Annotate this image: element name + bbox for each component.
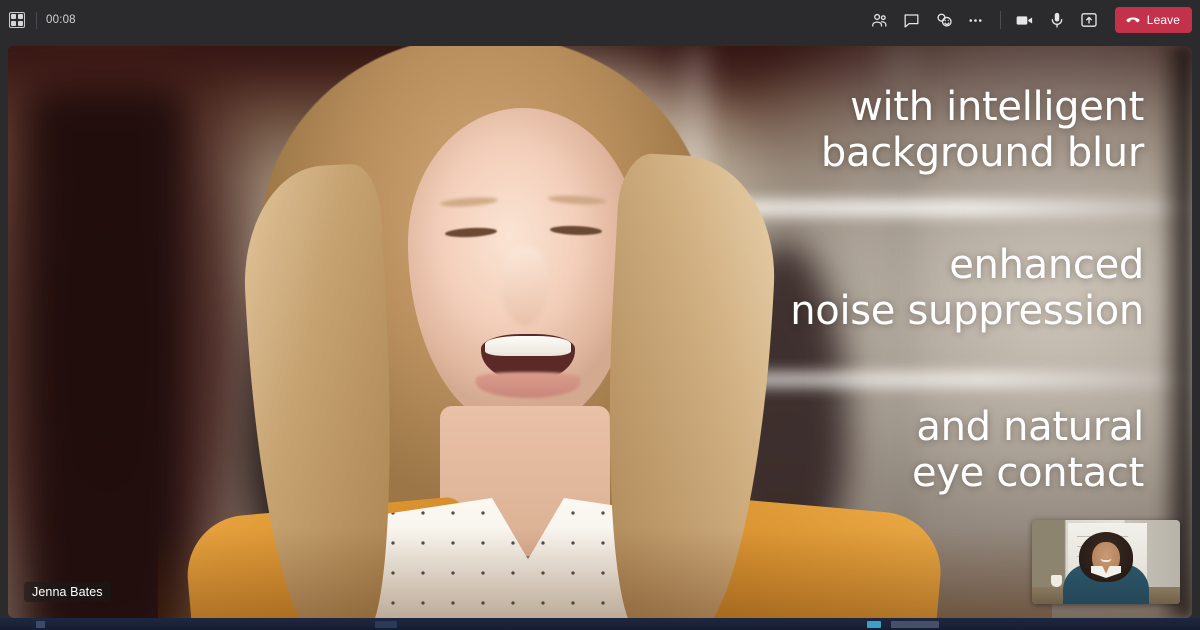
self-view-cup: [1051, 575, 1063, 588]
active-speaker-video: with intelligent background blur enhance…: [8, 46, 1192, 618]
meeting-toolbar: 00:08 Leave: [0, 0, 1200, 40]
meeting-stage[interactable]: with intelligent background blur enhance…: [8, 46, 1192, 618]
teams-meeting-window: 00:08 Leave with intelligent background …: [0, 0, 1200, 630]
ellipsis-icon: [969, 18, 982, 22]
taskbar-item: [891, 620, 939, 628]
grid-2x2-icon: [9, 12, 25, 28]
desktop-taskbar-edge: [0, 618, 1200, 630]
leave-button-label: Leave: [1146, 13, 1180, 27]
hang-up-icon: [1126, 17, 1140, 23]
gallery-view-button[interactable]: [0, 0, 34, 40]
chat-bubble-icon: [904, 13, 919, 27]
leave-button[interactable]: Leave: [1114, 7, 1192, 33]
meeting-timer: 00:08: [46, 14, 76, 26]
participant-name-badge: Jenna Bates: [24, 582, 111, 602]
taskbar-item: [867, 620, 881, 628]
taskbar-item: [375, 620, 397, 628]
speaker-shadow: [158, 528, 1052, 618]
taskbar-item: [36, 620, 45, 628]
toolbar-divider-left: [36, 11, 37, 29]
camera-button[interactable]: [1010, 6, 1040, 34]
microphone-icon: [1051, 12, 1063, 28]
self-view-thumbnail[interactable]: [1032, 520, 1180, 604]
camera-icon: [1016, 15, 1033, 25]
speaker-nose: [502, 246, 548, 326]
speaker-portrait: [8, 46, 1192, 618]
reactions-button[interactable]: [929, 6, 959, 34]
toolbar-right-group: Leave: [864, 0, 1192, 40]
people-icon: [872, 13, 887, 27]
chat-button[interactable]: [897, 6, 927, 34]
reactions-icon: [937, 13, 952, 27]
toolbar-left-group: 00:08: [0, 0, 76, 40]
share-screen-icon: [1081, 13, 1097, 27]
share-screen-button[interactable]: [1074, 6, 1104, 34]
people-button[interactable]: [865, 6, 895, 34]
toolbar-divider-right: [999, 11, 1001, 29]
more-actions-button[interactable]: [961, 6, 991, 34]
microphone-button[interactable]: [1042, 6, 1072, 34]
